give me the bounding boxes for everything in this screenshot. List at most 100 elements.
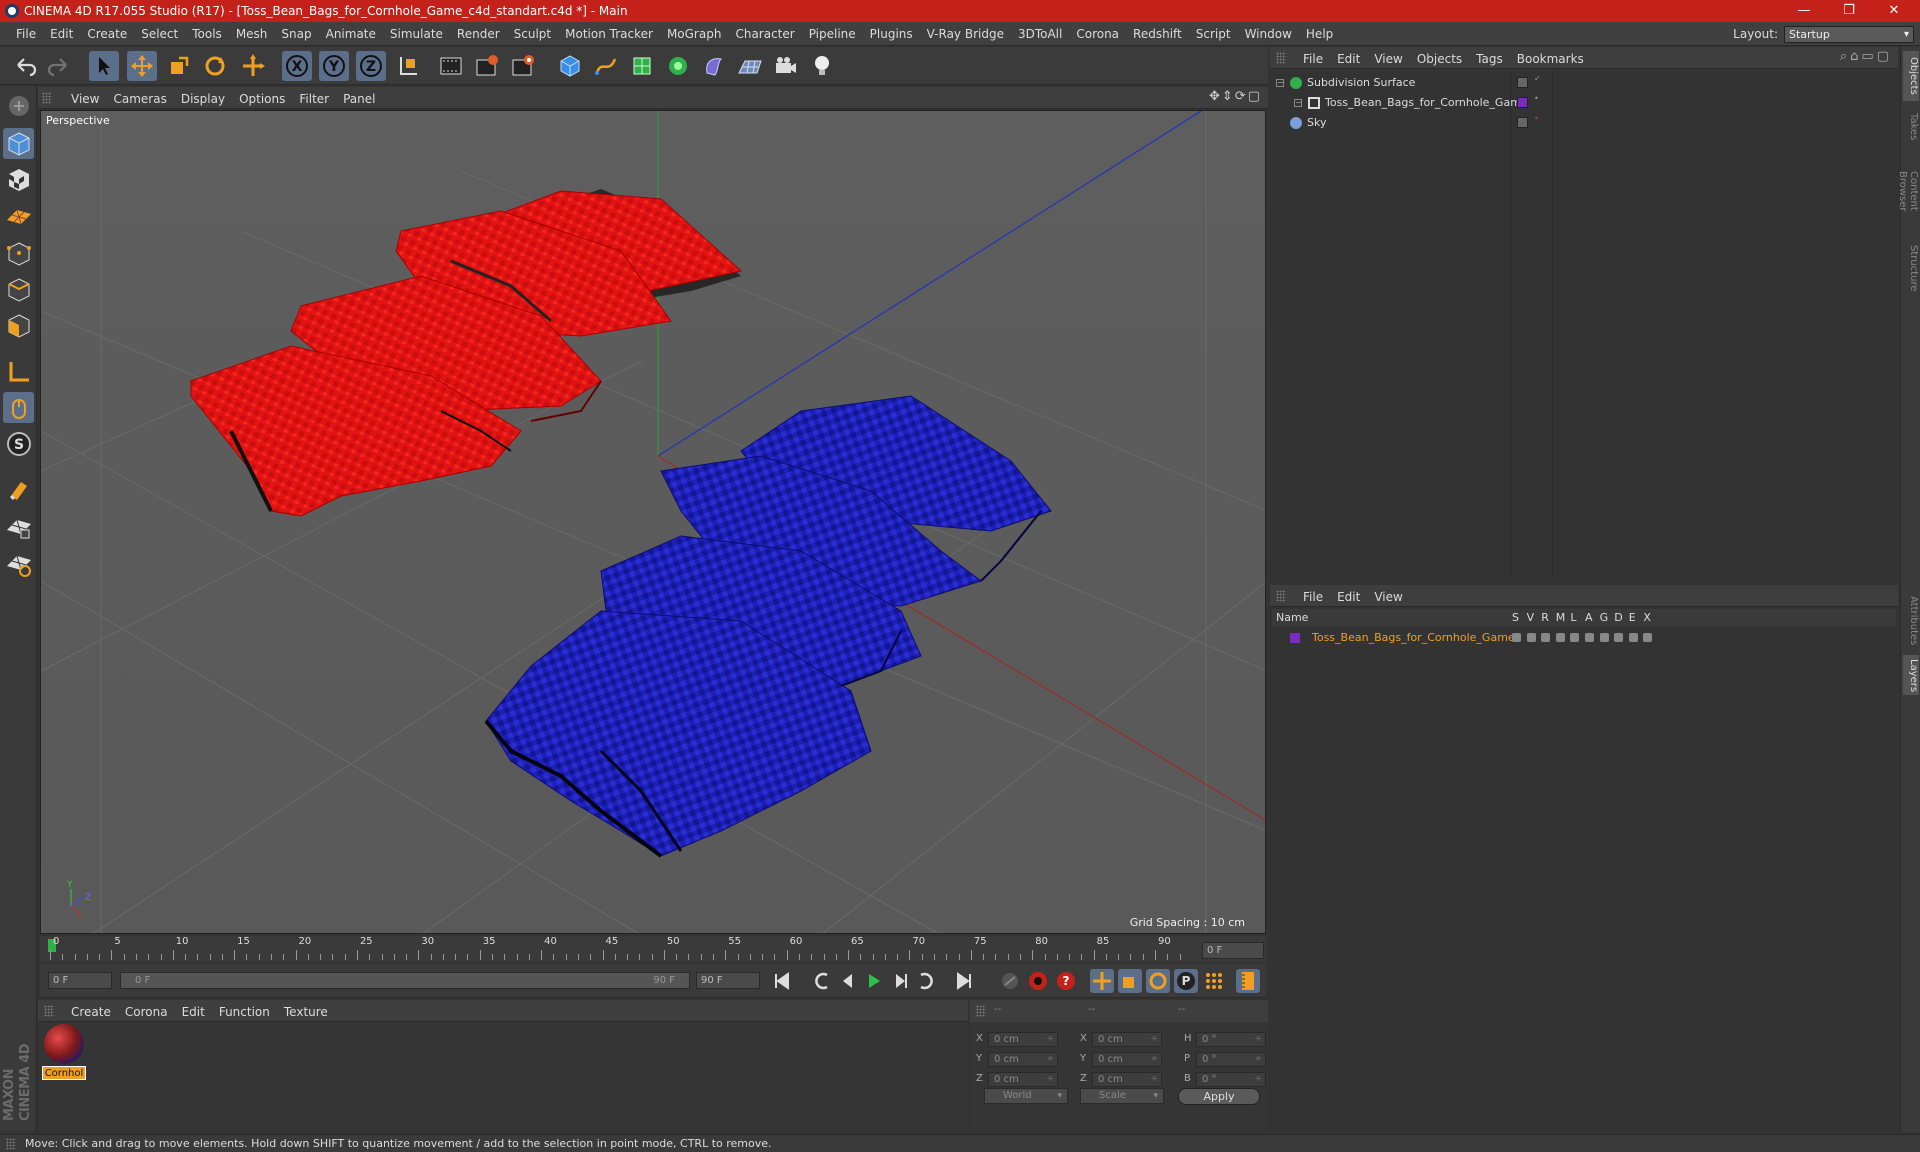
object-name[interactable]: Sky <box>1307 113 1326 133</box>
viewport-camera-label[interactable]: Perspective <box>46 114 110 127</box>
select-arrow-icon[interactable] <box>89 51 119 81</box>
cube-icon[interactable] <box>555 51 585 81</box>
object-menu-objects[interactable]: Objects <box>1410 52 1469 66</box>
minimize-button[interactable]: — <box>1784 0 1824 22</box>
right-tab-content-browser[interactable]: Content Browser <box>1897 151 1919 231</box>
coord-c-val-1[interactable]: 0 ° <box>1196 1052 1266 1067</box>
tweak-mode-icon[interactable] <box>3 392 34 423</box>
rotate-icon[interactable] <box>200 51 230 81</box>
material-menu-corona[interactable]: Corona <box>118 1005 175 1019</box>
layout-select[interactable]: Startup <box>1784 25 1914 43</box>
menu-mograph[interactable]: MoGraph <box>660 27 729 41</box>
camera-icon[interactable] <box>771 51 801 81</box>
menu-file[interactable]: File <box>9 27 43 41</box>
layer-deformers-icon[interactable] <box>1614 633 1624 642</box>
x-axis-icon[interactable]: X <box>282 51 312 81</box>
menu-plugins[interactable]: Plugins <box>863 27 920 41</box>
viewport-menu-display[interactable]: Display <box>174 92 232 106</box>
material-menu-create[interactable]: Create <box>64 1005 118 1019</box>
object-menu-file[interactable]: File <box>1296 52 1330 66</box>
coord-a-val-1[interactable]: 0 cm <box>988 1052 1058 1067</box>
layer-menu-edit[interactable]: Edit <box>1330 590 1367 604</box>
autokeying-icon[interactable]: ? <box>1054 969 1078 993</box>
undo-icon[interactable] <box>10 51 40 81</box>
layer-animation-icon[interactable] <box>1585 633 1594 642</box>
points-mode-icon[interactable] <box>3 238 34 269</box>
object-row[interactable]: − Subdivision Surface ✓ <box>1270 73 1898 93</box>
coord-b-val-0[interactable]: 0 cm <box>1092 1032 1162 1047</box>
apply-button[interactable]: Apply <box>1178 1088 1260 1105</box>
object-menu-view[interactable]: View <box>1367 52 1409 66</box>
layer-render-icon[interactable] <box>1541 633 1551 642</box>
move-icon[interactable] <box>127 51 157 81</box>
menu-redshift[interactable]: Redshift <box>1126 27 1189 41</box>
range-slider[interactable]: 0 F 90 F <box>120 972 690 989</box>
menu-pipeline[interactable]: Pipeline <box>802 27 863 41</box>
layer-row[interactable]: Toss_Bean_Bags_for_Cornhole_Game <box>1272 628 1896 648</box>
polygons-mode-icon[interactable] <box>3 310 34 341</box>
next-frame-icon[interactable] <box>888 969 912 993</box>
menu-simulate[interactable]: Simulate <box>383 27 450 41</box>
visibility-tag-icon[interactable] <box>1517 77 1528 88</box>
enable-axis-icon[interactable] <box>3 356 34 387</box>
y-axis-icon[interactable]: Y <box>319 51 349 81</box>
layer-expressions-icon[interactable] <box>1628 633 1638 642</box>
menu-tools[interactable]: Tools <box>185 27 229 41</box>
previous-keyframe-icon[interactable] <box>810 969 834 993</box>
layer-xref-icon[interactable] <box>1643 633 1653 642</box>
layer-lock-icon[interactable] <box>1570 633 1580 642</box>
viewport-menu-cameras[interactable]: Cameras <box>106 92 173 106</box>
layer-generators-icon[interactable] <box>1599 633 1609 642</box>
viewport-menu-filter[interactable]: Filter <box>292 92 336 106</box>
coord-a-val-2[interactable]: 0 cm <box>988 1072 1058 1087</box>
next-keyframe-icon[interactable] <box>914 969 938 993</box>
viewport-nav-icons[interactable]: ✥⇕⟳▢ <box>1209 89 1262 104</box>
object-manager-tools-icons[interactable]: ⌕⌂▭▢ <box>1840 49 1892 64</box>
panel-grip-icon[interactable] <box>44 1005 54 1017</box>
panel-grip-icon[interactable] <box>42 92 52 104</box>
menu-character[interactable]: Character <box>728 27 801 41</box>
layer-manager-icon[interactable] <box>1555 633 1565 642</box>
model-mode-icon[interactable] <box>3 128 34 159</box>
workplane-mode-icon[interactable] <box>3 200 34 231</box>
material-menu-texture[interactable]: Texture <box>277 1005 335 1019</box>
menu-create[interactable]: Create <box>80 27 134 41</box>
visibility-dots-icon[interactable]: • <box>1534 95 1539 103</box>
timeline-window-icon[interactable] <box>1236 969 1260 993</box>
material-swatch[interactable]: Cornhol <box>42 1024 86 1080</box>
move-all-icon[interactable] <box>238 51 268 81</box>
layer-color-icon[interactable] <box>1517 97 1528 108</box>
expand-toggle-icon[interactable]: − <box>1294 99 1302 107</box>
motion-path-icon[interactable] <box>998 969 1022 993</box>
coord-c-val-2[interactable]: 0 ° <box>1196 1072 1266 1087</box>
object-row[interactable]: Sky • <box>1270 113 1898 133</box>
material-menu-edit[interactable]: Edit <box>175 1005 212 1019</box>
enabled-check-icon[interactable]: ✓ <box>1534 75 1541 83</box>
menu-motion-tracker[interactable]: Motion Tracker <box>558 27 660 41</box>
right-tab-layers[interactable]: Layers <box>1903 655 1919 695</box>
visibility-dots-icon[interactable]: • <box>1534 115 1539 123</box>
maximize-button[interactable]: ❐ <box>1829 0 1869 22</box>
right-tab-objects[interactable]: Objects <box>1903 51 1919 101</box>
right-tab-takes[interactable]: Takes <box>1903 107 1919 147</box>
menu-render[interactable]: Render <box>450 27 507 41</box>
key-parameter-icon[interactable]: P <box>1174 969 1198 993</box>
go-to-end-icon[interactable] <box>952 969 976 993</box>
magnet-icon[interactable] <box>3 474 34 505</box>
menu-animate[interactable]: Animate <box>319 27 383 41</box>
play-icon[interactable] <box>862 969 886 993</box>
menu-3dtoall[interactable]: 3DToAll <box>1011 27 1069 41</box>
key-point-level-icon[interactable] <box>1202 969 1226 993</box>
current-frame-field[interactable]: 0 F <box>1202 942 1264 959</box>
make-editable-icon[interactable] <box>3 90 34 121</box>
menu-snap[interactable]: Snap <box>274 27 318 41</box>
object-row[interactable]: − Toss_Bean_Bags_for_Cornhole_Game • <box>1270 93 1898 113</box>
layer-color-swatch[interactable] <box>1290 633 1300 643</box>
pen-spline-icon[interactable] <box>591 51 621 81</box>
menu-corona[interactable]: Corona <box>1069 27 1126 41</box>
menu-select[interactable]: Select <box>134 27 185 41</box>
layer-menu-view[interactable]: View <box>1367 590 1409 604</box>
redo-icon[interactable] <box>44 51 74 81</box>
panel-grip-icon[interactable] <box>1276 590 1286 602</box>
viewport-menu-options[interactable]: Options <box>232 92 292 106</box>
